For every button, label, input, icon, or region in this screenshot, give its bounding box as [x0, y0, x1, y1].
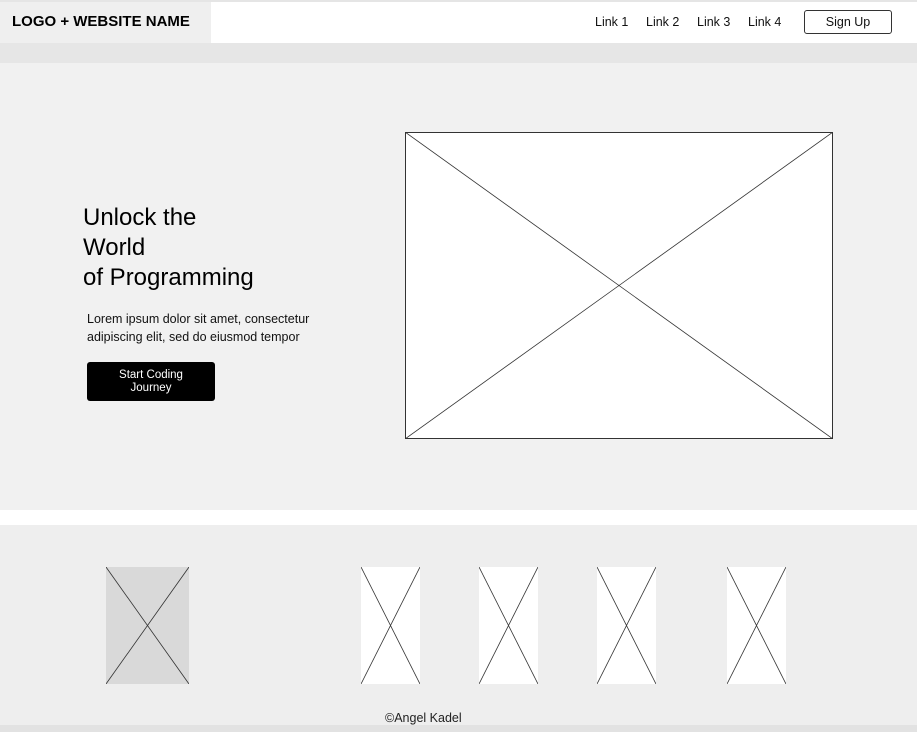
hero-description: Lorem ipsum dolor sit amet, consectetur …	[87, 310, 347, 346]
cta-line-1: Start Coding	[119, 368, 183, 381]
hero-title-line-1: Unlock the	[83, 204, 197, 231]
section-divider	[0, 510, 917, 525]
hero-description-line-1: Lorem ipsum dolor sit amet, consectetur	[87, 312, 310, 326]
image-placeholder-icon	[361, 567, 420, 684]
bottom-edge	[0, 725, 917, 732]
hero-title-line-2: World	[83, 234, 146, 261]
nav-link-3[interactable]: Link 3	[697, 15, 730, 29]
header-spacer	[0, 43, 917, 63]
image-placeholder-icon	[597, 567, 656, 684]
copyright-text: ©Angel Kadel	[385, 711, 462, 725]
image-placeholder-icon	[405, 132, 833, 439]
nav-link-2[interactable]: Link 2	[646, 15, 679, 29]
nav-link-1[interactable]: Link 1	[595, 15, 628, 29]
hero-description-line-2: adipiscing elit, sed do eiusmod tempor	[87, 330, 300, 344]
sign-up-button[interactable]: Sign Up	[804, 10, 892, 34]
image-placeholder-icon	[106, 567, 189, 684]
image-placeholder-icon	[727, 567, 786, 684]
hero-title: Unlock the World of Programming	[83, 203, 343, 293]
cta-line-2: Journey	[130, 381, 172, 394]
image-placeholder-icon	[479, 567, 538, 684]
start-coding-journey-button[interactable]: Start Coding Journey	[87, 362, 215, 401]
nav-link-4[interactable]: Link 4	[748, 15, 781, 29]
logo-website-name[interactable]: LOGO + WEBSITE NAME	[12, 13, 190, 30]
hero-title-line-3: of Programming	[83, 264, 254, 291]
